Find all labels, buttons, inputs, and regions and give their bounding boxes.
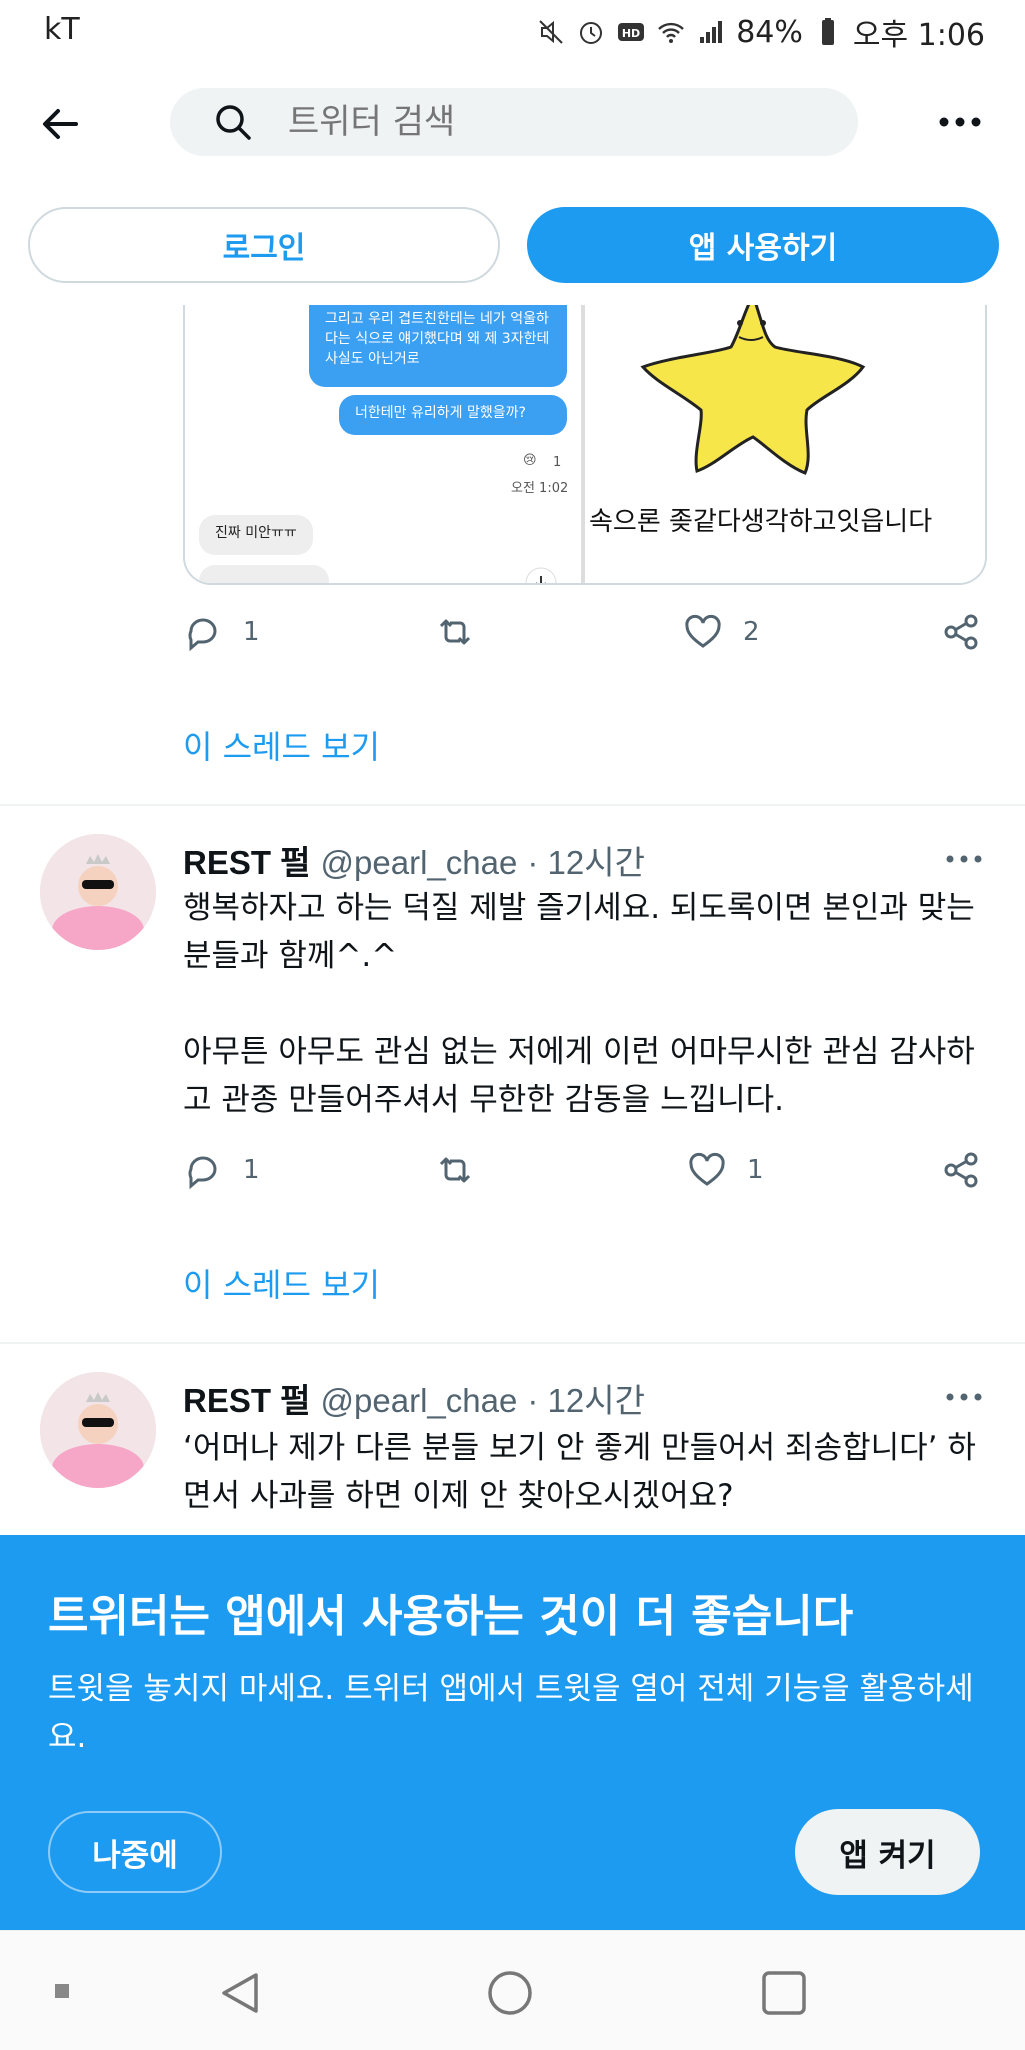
- tweet-actions: 1 1: [183, 1150, 983, 1200]
- like-button[interactable]: 1: [687, 1150, 764, 1190]
- status-icons: HD 84% 오후 1:06: [536, 10, 985, 54]
- display-name[interactable]: REST 펄: [183, 1374, 311, 1422]
- share-icon: [944, 1152, 978, 1188]
- tweet-more-icon[interactable]: [944, 852, 984, 866]
- reply-count: 1: [243, 1155, 260, 1185]
- retweet-button[interactable]: [435, 612, 475, 652]
- more-icon[interactable]: [938, 110, 982, 134]
- chat-bubble-reply: 진짜 미안ㅠㅠ: [199, 515, 313, 555]
- mute-icon: [539, 20, 563, 44]
- like-count: 2: [743, 617, 760, 647]
- like-icon: [689, 1152, 725, 1186]
- search-icon: [216, 105, 251, 140]
- login-button[interactable]: 로그인: [28, 207, 500, 283]
- search-bar[interactable]: [170, 88, 858, 156]
- reply-button[interactable]: 1: [183, 1150, 260, 1190]
- tweet-time[interactable]: · 12시간: [527, 1374, 645, 1422]
- tweet-more-icon[interactable]: [944, 1390, 984, 1404]
- chat-bubble: 너한테만 유리하게 말했을까?: [339, 395, 567, 435]
- nav-home-icon[interactable]: [486, 1969, 534, 2017]
- retweet-button[interactable]: [435, 1150, 475, 1190]
- retweet-icon: [439, 619, 471, 645]
- tweet-header: REST 펄 @pearl_chae · 12시간: [183, 836, 645, 884]
- reply-icon: [188, 618, 217, 652]
- star-caption: 속으론 좆같다생각하고잇읍니다: [589, 507, 933, 537]
- reaction-emoji: 😢: [523, 453, 537, 468]
- search-input[interactable]: [288, 102, 788, 142]
- nav-recents-icon[interactable]: [760, 1969, 808, 2017]
- user-handle[interactable]: @pearl_chae: [321, 844, 518, 882]
- app-promo-banner: 트위터는 앱에서 사용하는 것이 더 좋습니다 트윗을 놓치지 마세요. 트위터…: [0, 1535, 1025, 1930]
- reply-count: 1: [243, 617, 260, 647]
- reply-button[interactable]: 1: [183, 612, 260, 652]
- reply-icon: [188, 1156, 217, 1190]
- top-header: [0, 62, 1025, 182]
- share-button[interactable]: [941, 1150, 981, 1190]
- open-app-button[interactable]: 앱 켜기: [795, 1809, 980, 1895]
- signal-icon: [700, 21, 723, 43]
- avatar[interactable]: [40, 834, 156, 950]
- status-bar: kT HD 84% 오후 1:06: [0, 0, 1025, 62]
- carrier-label: kT: [44, 12, 80, 47]
- battery-icon: [821, 18, 834, 45]
- chat-screenshot-image: 그리고 우리 겹트친한테는 네가 억울하다는 식으로 얘기했다며 왜 제 3자한…: [185, 305, 581, 583]
- avatar-image: [40, 834, 156, 950]
- tweet-separator: [0, 804, 1025, 806]
- back-arrow-icon[interactable]: [30, 94, 90, 154]
- avatar-image: [40, 1372, 156, 1488]
- chat-bubble-partial: [199, 565, 329, 583]
- alarm-icon: [580, 22, 603, 44]
- star-character-icon: [640, 305, 866, 475]
- battery-percent: 84%: [736, 14, 803, 50]
- like-count: 1: [747, 1155, 764, 1185]
- user-handle[interactable]: @pearl_chae: [321, 1382, 518, 1420]
- chat-time: 오전 1:02: [511, 481, 569, 496]
- banner-description: 트윗을 놓치지 마세요. 트위터 앱에서 트윗을 열어 전체 기능을 활용하세요…: [48, 1671, 974, 1755]
- show-thread-link[interactable]: 이 스레드 보기: [183, 722, 380, 768]
- clock: 오후 1:06: [852, 18, 985, 53]
- wifi-icon: [658, 22, 685, 43]
- tweet-separator: [0, 1342, 1025, 1344]
- tweet-text: ‘어머나 제가 다른 분들 보기 안 좋게 만들어서 죄송합니다’ 하면서 사과…: [183, 1430, 976, 1514]
- banner-title: 트위터는 앱에서 사용하는 것이 더 좋습니다: [48, 1591, 854, 1642]
- tweet-header: REST 펄 @pearl_chae · 12시간: [183, 1374, 645, 1422]
- chat-bubble: 그리고 우리 겹트친한테는 네가 억울하다는 식으로 얘기했다며 왜 제 3자한…: [309, 305, 567, 387]
- like-icon: [685, 614, 721, 648]
- system-nav-bar: [0, 1930, 1025, 2050]
- use-app-button[interactable]: 앱 사용하기: [527, 207, 999, 283]
- avatar[interactable]: [40, 1372, 156, 1488]
- svg-text:HD: HD: [622, 27, 640, 40]
- show-thread-link[interactable]: 이 스레드 보기: [183, 1260, 380, 1306]
- later-button[interactable]: 나중에: [48, 1811, 222, 1893]
- display-name[interactable]: REST 펄: [183, 836, 311, 884]
- like-button[interactable]: 2: [683, 612, 760, 652]
- tweet-text: 행복하자고 하는 덕질 제발 즐기세요. 되도록이면 본인과 맞는 분들과 함께…: [183, 890, 975, 1118]
- tweet-time[interactable]: · 12시간: [527, 836, 645, 884]
- retweet-icon: [439, 1157, 471, 1183]
- share-button[interactable]: [941, 612, 981, 652]
- reaction-count: 1: [553, 455, 562, 470]
- tweet-actions: 1 2: [183, 612, 983, 662]
- download-icon: [525, 567, 557, 583]
- star-meme-image: 속으론 좆같다생각하고잇읍니다: [585, 305, 985, 583]
- nav-back-icon[interactable]: [216, 1969, 264, 2017]
- hd-icon: HD: [618, 23, 645, 41]
- share-icon: [944, 614, 978, 650]
- tweet-media-card[interactable]: 그리고 우리 겹트친한테는 네가 억울하다는 식으로 얘기했다며 왜 제 3자한…: [183, 305, 987, 585]
- nav-menu-icon[interactable]: [54, 1983, 70, 1999]
